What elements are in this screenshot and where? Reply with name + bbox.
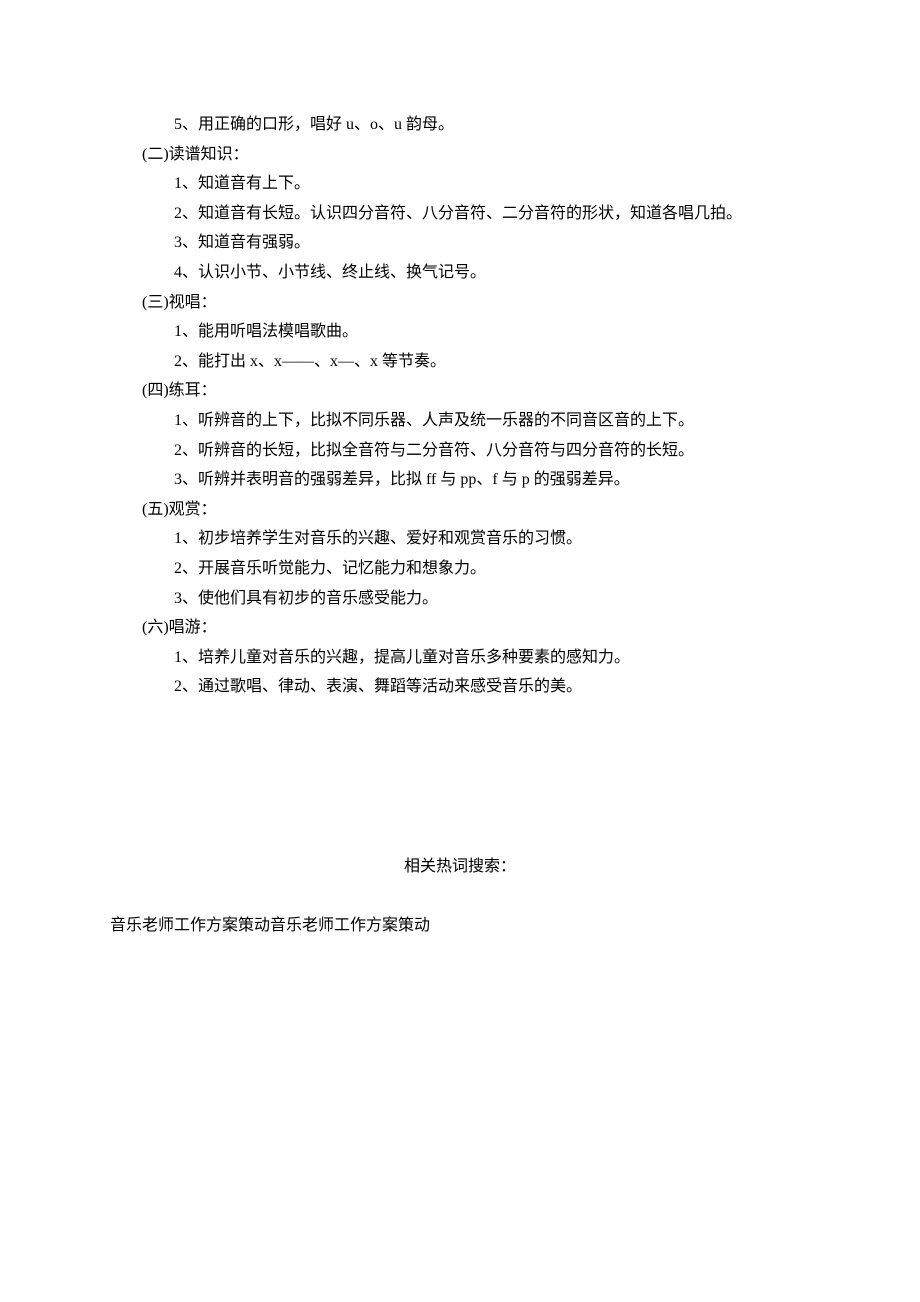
body-text: 2、听辨音的长短，比拟全音符与二分音符、八分音符与四分音符的长短。 bbox=[110, 436, 810, 466]
body-text: 4、认识小节、小节线、终止线、换气记号。 bbox=[110, 258, 810, 288]
body-text: 1、知道音有上下。 bbox=[110, 169, 810, 199]
body-text: 1、初步培养学生对音乐的兴趣、爱好和观赏音乐的习惯。 bbox=[110, 524, 810, 554]
section-heading: (五)观赏： bbox=[110, 495, 810, 525]
body-text: 2、能打出 x、x——、x—、x 等节奏。 bbox=[110, 347, 810, 377]
spacer bbox=[110, 702, 810, 852]
section-heading: (六)唱游： bbox=[110, 613, 810, 643]
section-heading: (三)视唱： bbox=[110, 288, 810, 318]
body-text: 3、听辨并表明音的强弱差异，比拟 ff 与 pp、f 与 p 的强弱差异。 bbox=[110, 465, 810, 495]
body-text: 3、使他们具有初步的音乐感受能力。 bbox=[110, 584, 810, 614]
section-heading: (二)读谱知识： bbox=[110, 140, 810, 170]
body-text: 2、开展音乐听觉能力、记忆能力和想象力。 bbox=[110, 554, 810, 584]
body-text: 1、听辨音的上下，比拟不同乐器、人声及统一乐器的不同音区音的上下。 bbox=[110, 406, 810, 436]
section-heading: (四)练耳： bbox=[110, 376, 810, 406]
related-search-label: 相关热词搜索： bbox=[110, 852, 810, 882]
body-text: 1、能用听唱法模唱歌曲。 bbox=[110, 317, 810, 347]
related-search-terms: 音乐老师工作方案策动音乐老师工作方案策动 bbox=[110, 911, 810, 941]
body-text: 5、用正确的口形，唱好 u、o、u 韵母。 bbox=[110, 110, 810, 140]
body-text: 3、知道音有强弱。 bbox=[110, 228, 810, 258]
body-text: 2、通过歌唱、律动、表演、舞蹈等活动来感受音乐的美。 bbox=[110, 672, 810, 702]
body-text: 2、知道音有长短。认识四分音符、八分音符、二分音符的形状，知道各唱几拍。 bbox=[110, 199, 810, 229]
body-text: 1、培养儿童对音乐的兴趣，提高儿童对音乐多种要素的感知力。 bbox=[110, 643, 810, 673]
